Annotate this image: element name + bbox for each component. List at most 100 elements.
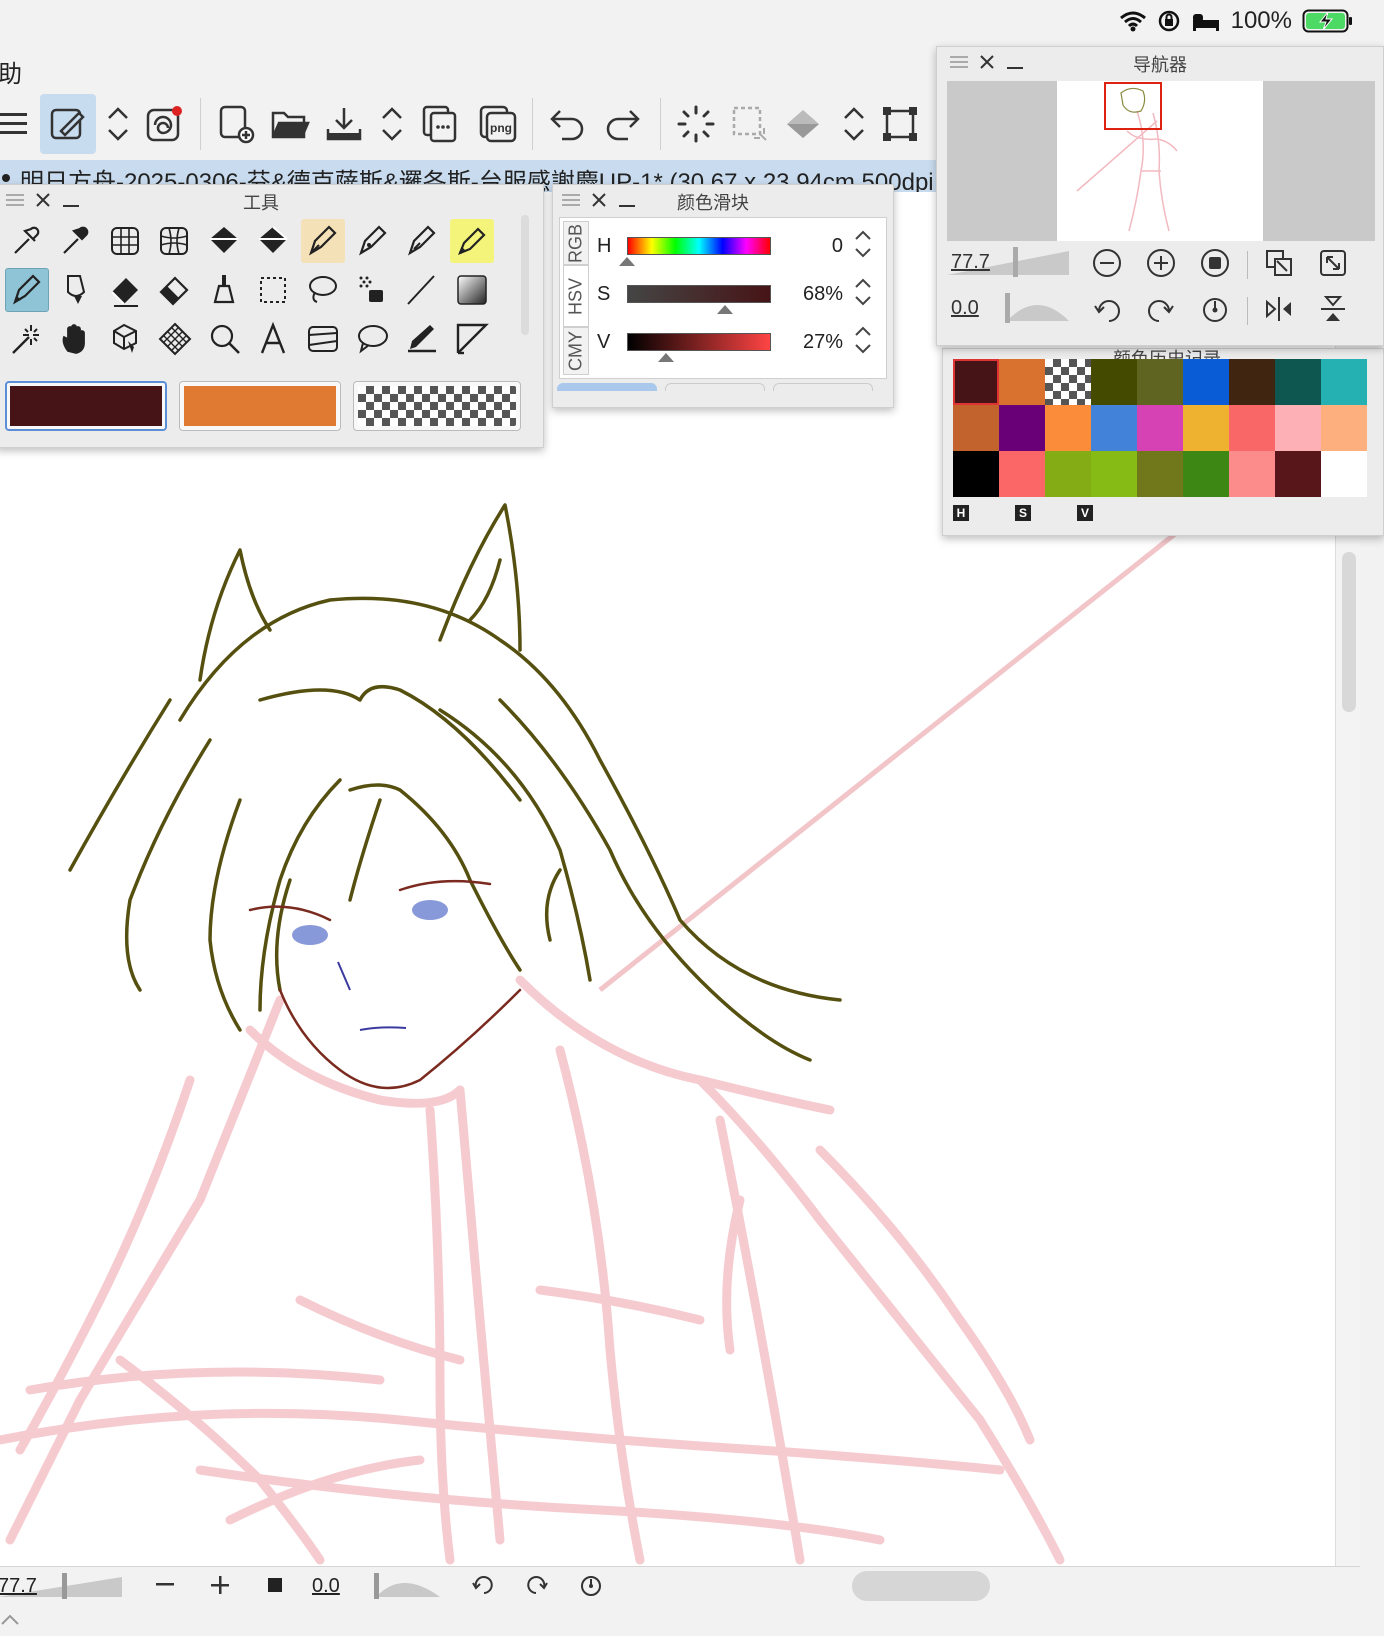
brush-icon[interactable]	[54, 268, 98, 312]
sort-v-key[interactable]: V	[1077, 505, 1093, 521]
stabilizer-icon[interactable]	[136, 94, 192, 154]
export-icon[interactable]	[412, 94, 468, 154]
fill-screen-icon[interactable]	[1313, 243, 1353, 283]
speech-bubble-icon[interactable]	[351, 317, 395, 361]
hue-slider[interactable]	[627, 237, 771, 255]
color-history-swatch[interactable]	[999, 405, 1045, 451]
v-stepper-icon[interactable]	[853, 323, 873, 357]
minimize-icon[interactable]	[59, 188, 83, 212]
saturation-slider-knob[interactable]	[716, 305, 733, 314]
color-history-swatch[interactable]	[999, 359, 1045, 405]
perspective-grid-2-icon[interactable]	[153, 219, 197, 263]
zoom-icon[interactable]	[203, 317, 247, 361]
color-history-swatch[interactable]	[1183, 359, 1229, 405]
hue-slider-knob[interactable]	[619, 257, 635, 266]
color-history-swatch[interactable]	[1091, 451, 1137, 497]
open-folder-icon[interactable]	[262, 94, 318, 154]
color-history-swatch[interactable]	[953, 405, 999, 451]
bottom-zoom-field[interactable]: 77.7	[0, 1573, 124, 1599]
reset-rotation-icon[interactable]	[574, 1567, 608, 1603]
tab-rgb[interactable]: RGB	[563, 221, 589, 265]
blur-icon[interactable]	[203, 268, 247, 312]
fit-screen-icon[interactable]	[1259, 243, 1299, 283]
fit-view-button[interactable]	[260, 1567, 290, 1603]
color-history-swatch[interactable]	[999, 451, 1045, 497]
zoom-in-icon[interactable]	[1141, 243, 1181, 283]
color-history-swatch[interactable]	[1321, 451, 1367, 497]
transform-icon[interactable]	[872, 94, 928, 154]
color-history-swatch[interactable]	[953, 359, 999, 405]
flip-horizontal-icon[interactable]	[1259, 289, 1299, 329]
sub-color-swatch[interactable]	[179, 381, 341, 431]
color-history-swatch[interactable]	[1045, 451, 1091, 497]
color-history-swatch[interactable]	[1229, 405, 1275, 451]
undo-icon[interactable]	[540, 94, 596, 154]
color-history-swatch[interactable]	[1321, 405, 1367, 451]
close-icon[interactable]	[31, 188, 55, 212]
value-slider[interactable]	[627, 333, 771, 351]
fountain-pen-icon[interactable]	[400, 219, 444, 263]
quick-action-icon[interactable]	[40, 94, 96, 154]
tool-panel-scrollbar[interactable]	[521, 215, 529, 335]
pencil-active-icon[interactable]	[5, 268, 49, 312]
color-history-swatch[interactable]	[1275, 451, 1321, 497]
h-value[interactable]: 0	[832, 235, 843, 258]
sort-h-key[interactable]: H	[953, 505, 969, 521]
fill-bucket-2-icon[interactable]	[252, 219, 296, 263]
navigator-zoom-field[interactable]: 77.7	[947, 247, 1071, 277]
magic-wand-icon[interactable]	[5, 317, 49, 361]
main-color-swatch[interactable]	[5, 381, 167, 431]
gradient-icon[interactable]	[450, 268, 494, 312]
new-canvas-icon[interactable]	[208, 94, 264, 154]
minimize-icon[interactable]	[1003, 50, 1027, 74]
frame-edge-icon[interactable]	[450, 317, 494, 361]
color-picker-tab-1[interactable]	[557, 383, 657, 391]
color-history-swatch[interactable]	[1137, 451, 1183, 497]
reset-rotation-icon[interactable]	[1195, 289, 1235, 329]
hamburger-menu-icon[interactable]	[0, 94, 42, 154]
color-picker-tab-2[interactable]	[665, 383, 765, 391]
panel-menu-icon[interactable]	[3, 188, 27, 212]
color-history-swatch[interactable]	[1183, 451, 1229, 497]
color-history-swatch[interactable]	[1229, 359, 1275, 405]
rotate-left-icon[interactable]	[1087, 289, 1127, 329]
color-history-swatch[interactable]	[1321, 359, 1367, 405]
rect-select-icon[interactable]	[252, 268, 296, 312]
ruler-pen-icon[interactable]	[400, 317, 444, 361]
redo-icon[interactable]	[594, 94, 650, 154]
sort-s-key[interactable]: S	[1015, 505, 1031, 521]
vertical-scroll-thumb[interactable]	[1342, 552, 1356, 712]
flip-vertical-icon[interactable]	[1313, 289, 1353, 329]
pattern-icon[interactable]	[153, 317, 197, 361]
color-history-swatch[interactable]	[953, 451, 999, 497]
eraser-2-icon[interactable]	[153, 268, 197, 312]
saturation-slider[interactable]	[627, 285, 771, 303]
close-icon[interactable]	[975, 50, 999, 74]
color-history-swatch[interactable]	[1275, 359, 1321, 405]
airbrush-icon[interactable]	[351, 268, 395, 312]
color-history-swatch[interactable]	[1091, 405, 1137, 451]
color-history-swatch[interactable]	[1091, 359, 1137, 405]
fill-bucket-icon[interactable]	[203, 219, 247, 263]
panel-menu-icon[interactable]	[947, 50, 971, 74]
s-value[interactable]: 68%	[803, 283, 843, 306]
navigator-rotate-field[interactable]: 0.0	[947, 293, 1071, 323]
zoom-in-button[interactable]	[205, 1567, 235, 1603]
chevron-up-icon[interactable]	[0, 1612, 20, 1626]
menu-item-help[interactable]: 助	[0, 54, 22, 89]
h-stepper-icon[interactable]	[853, 227, 873, 261]
panel-menu-icon[interactable]	[559, 188, 583, 212]
tab-hsv[interactable]: HSV	[563, 265, 589, 327]
pen-nib-icon[interactable]	[301, 219, 346, 263]
rotate-right-icon[interactable]	[520, 1567, 554, 1603]
color-history-swatch[interactable]	[1275, 405, 1321, 451]
color-history-swatch[interactable]	[1229, 451, 1275, 497]
color-history-swatch[interactable]	[1045, 359, 1091, 405]
line-icon[interactable]	[400, 268, 444, 312]
minimize-icon[interactable]	[615, 188, 639, 212]
text-icon[interactable]	[252, 317, 296, 361]
color-history-swatch[interactable]	[1137, 405, 1183, 451]
horizontal-scroll-thumb[interactable]	[852, 1571, 990, 1601]
tools-panel-header[interactable]: 工具	[0, 185, 543, 215]
marker-icon[interactable]	[449, 219, 494, 263]
